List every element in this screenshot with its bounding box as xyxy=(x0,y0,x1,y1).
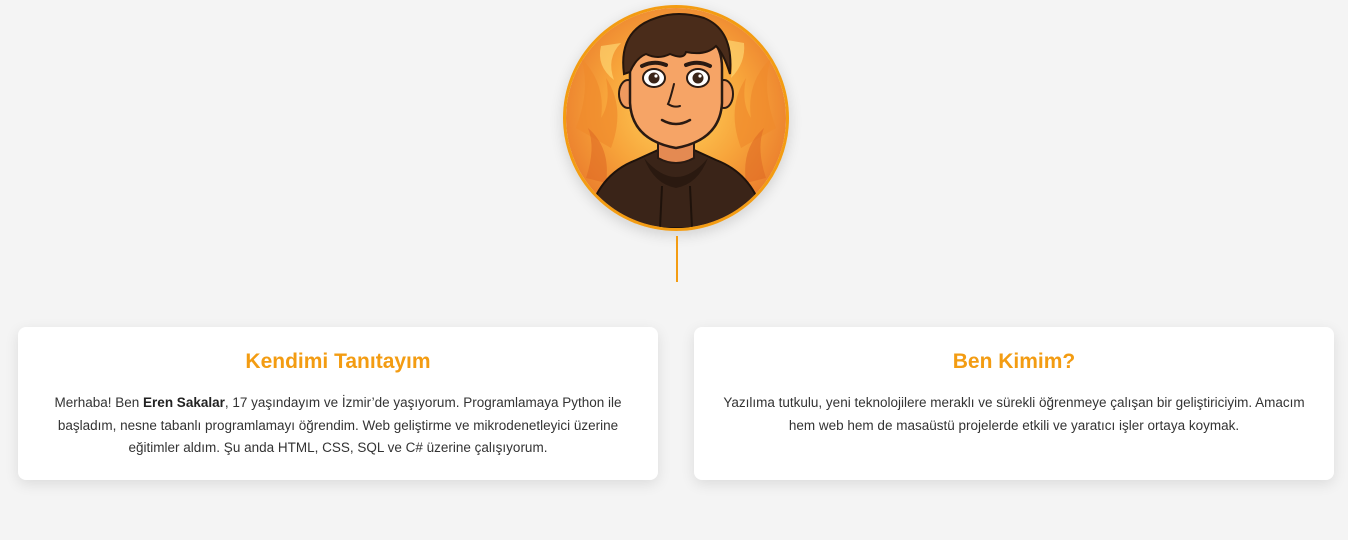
intro-text-start: Merhaba! Ben xyxy=(54,395,144,410)
intro-card: Kendimi Tanıtayım Merhaba! Ben Eren Saka… xyxy=(18,327,658,480)
intro-name: Eren Sakalar xyxy=(143,395,225,410)
cartoon-portrait-avatar-icon xyxy=(566,8,786,228)
about-card-text: Yazılıma tutkulu, yeni teknolojilere mer… xyxy=(723,395,1305,433)
intro-card-text: Merhaba! Ben Eren Sakalar, 17 yaşındayım… xyxy=(46,392,630,460)
about-card: Ben Kimim? Yazılıma tutkulu, yeni teknol… xyxy=(694,327,1334,480)
about-section: Kendimi Tanıtayım Merhaba! Ben Eren Saka… xyxy=(0,0,1348,540)
timeline-connector-line xyxy=(676,236,678,282)
intro-card-title: Kendimi Tanıtayım xyxy=(245,350,431,373)
about-card-title: Ben Kimim? xyxy=(952,350,1076,373)
avatar xyxy=(563,5,789,231)
